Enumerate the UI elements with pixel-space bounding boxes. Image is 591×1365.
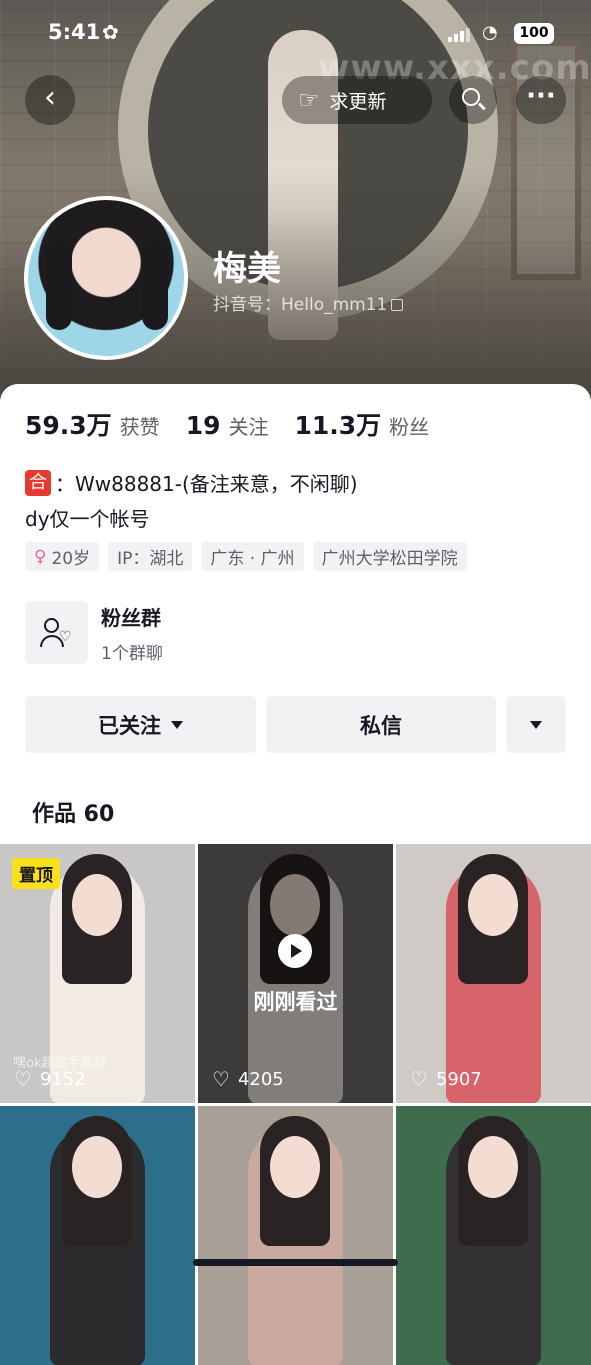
profile-tags: ♀ 20岁 IP：湖北 广东 · 广州 广州大学松田学院 xyxy=(25,542,467,571)
like-count-value: 4205 xyxy=(237,1068,284,1090)
fans-group-entry[interactable]: ♡ 粉丝群 1个群聊 xyxy=(25,601,163,664)
like-count: ♡ 9152 xyxy=(14,1067,86,1091)
stat-likes[interactable]: 59.3万 获赞 xyxy=(25,406,160,442)
home-indicator xyxy=(193,1259,398,1266)
douyin-id[interactable]: 抖音号：Hello_mm11 xyxy=(213,290,404,315)
like-count-value: 9152 xyxy=(39,1068,86,1090)
back-button[interactable]: ‹ xyxy=(25,75,75,125)
he-emoji-icon: 合 xyxy=(25,469,51,496)
stats-row: 59.3万 获赞 19 关注 11.3万 粉丝 xyxy=(25,406,429,442)
message-label: 私信 xyxy=(360,713,402,738)
signal-icon xyxy=(448,28,470,42)
wifi-icon: ◔ xyxy=(482,22,498,43)
bio-line-1: 合 ：Ww88881-(备注来意，不闲聊) xyxy=(25,468,358,497)
stat-label: 粉丝 xyxy=(389,415,430,439)
search-button[interactable] xyxy=(449,76,497,124)
video-thumbnail[interactable] xyxy=(0,1106,195,1365)
more-dots-icon: ··· xyxy=(526,81,556,111)
tag-school[interactable]: 广州大学松田学院 xyxy=(312,542,467,571)
tag-label: 20岁 xyxy=(51,549,91,569)
fans-group-title: 粉丝群 xyxy=(101,605,161,630)
tag-age: ♀ 20岁 xyxy=(25,542,100,571)
bio-text-1: ：Ww88881-(备注来意，不闲聊) xyxy=(55,472,358,496)
message-button[interactable]: 私信 xyxy=(266,696,496,753)
fans-group-subtitle: 1个群聊 xyxy=(101,643,163,664)
avatar[interactable] xyxy=(24,196,188,360)
stat-value: 59.3万 xyxy=(25,411,112,440)
tag-label: 广东 · 广州 xyxy=(210,549,295,569)
fans-group-text: 粉丝群 1个群聊 xyxy=(101,602,163,664)
like-count: ♡ 4205 xyxy=(212,1067,284,1091)
video-thumbnail[interactable] xyxy=(198,1106,393,1365)
stat-following[interactable]: 19 关注 xyxy=(186,411,269,440)
video-thumbnail[interactable]: 置顶 嘿ok超甜手势舞 ♡ 9152 xyxy=(0,844,195,1103)
works-count-title[interactable]: 作品 60 xyxy=(32,796,114,828)
works-grid: 置顶 嘿ok超甜手势舞 ♡ 9152 刚刚看过 ♡ 4205 ♡ 5907 xyxy=(0,844,591,1365)
stat-label: 获赞 xyxy=(119,415,160,439)
battery-icon: 100 xyxy=(514,23,554,44)
play-icon xyxy=(278,934,312,968)
like-count: ♡ 5907 xyxy=(410,1067,482,1091)
status-time: 5:41 xyxy=(48,20,101,44)
tag-label: 广州大学松田学院 xyxy=(321,549,458,569)
more-button[interactable]: ··· xyxy=(516,76,566,124)
video-thumbnail[interactable]: 刚刚看过 ♡ 4205 xyxy=(198,844,393,1103)
nickname: 梅美 xyxy=(213,249,281,289)
heart-icon: ♡ xyxy=(14,1067,32,1091)
stat-followers[interactable]: 11.3万 粉丝 xyxy=(294,406,429,442)
female-icon: ♀ xyxy=(34,546,47,567)
tag-location[interactable]: 广东 · 广州 xyxy=(201,542,304,571)
video-thumbnail[interactable]: ♡ 5907 xyxy=(396,844,591,1103)
followed-button[interactable]: 已关注 xyxy=(25,696,256,753)
pinned-badge: 置顶 xyxy=(12,858,60,889)
tag-label: IP：湖北 xyxy=(117,549,184,569)
request-update-button[interactable]: ☞ 求更新 xyxy=(282,76,432,124)
stat-label: 关注 xyxy=(228,415,269,439)
chevron-left-icon: ‹ xyxy=(44,80,56,115)
recently-watched-label: 刚刚看过 xyxy=(253,990,338,1014)
stat-value: 11.3万 xyxy=(294,411,382,440)
bio-line-2: dy仅一个帐号 xyxy=(25,507,150,531)
followed-label: 已关注 xyxy=(98,713,161,738)
request-update-label: 求更新 xyxy=(329,90,387,113)
stat-value: 19 xyxy=(185,411,221,440)
heart-icon: ♡ xyxy=(410,1067,428,1091)
flower-icon: ✿ xyxy=(102,20,119,44)
status-bar: 5:41 ✿ ◔ 100 xyxy=(0,14,591,54)
video-thumbnail[interactable] xyxy=(396,1106,591,1365)
like-count-value: 5907 xyxy=(435,1068,482,1090)
pointing-hand-icon: ☞ xyxy=(298,86,320,114)
heart-icon: ♡ xyxy=(212,1067,230,1091)
douyin-id-text: 抖音号：Hello_mm11 xyxy=(213,295,388,315)
dropdown-triangle-icon xyxy=(530,720,542,729)
copy-icon[interactable] xyxy=(391,299,404,311)
more-actions-button[interactable] xyxy=(506,696,566,753)
fans-group-icon: ♡ xyxy=(25,601,88,664)
dropdown-triangle-icon xyxy=(171,720,183,729)
tag-ip: IP：湖北 xyxy=(108,542,193,571)
